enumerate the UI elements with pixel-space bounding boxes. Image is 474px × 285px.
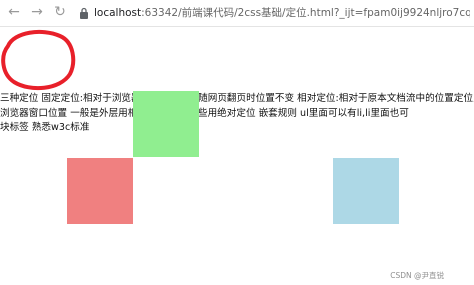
browser-toolbar: ← → ↻ localhost:63342/前端课代码/2css基础/定位.ht… <box>0 0 474 27</box>
reload-icon[interactable]: ↻ <box>52 3 68 21</box>
watermark: CSDN @尹直锐 <box>390 271 444 280</box>
page-text: 三种定位 固定定位:相对于浏览器窗口定位，不随网页翻页时位置不变 相对定位:相对… <box>0 92 474 136</box>
text-line: 浏览器窗口位置 一般是外层用相对定位,里面那些用绝对定位 嵌套规则 ul里面可以… <box>0 107 409 119</box>
text-line: 三种定位 固定定位:相对于浏览器窗口定位，不随网页翻页时位置不变 相对定位:相对… <box>0 93 474 104</box>
lock-icon[interactable] <box>79 7 89 19</box>
red-circle-annotation <box>1 29 76 91</box>
text-line: 块标签 熟悉w3c标准 <box>0 122 90 133</box>
url-path: :63342/前端课代码/2css基础/定位.html?_ijt=fpam0ij… <box>141 7 470 19</box>
absolute-blue-box <box>333 158 399 224</box>
url-host: localhost <box>94 7 142 19</box>
back-arrow-icon[interactable]: ← <box>6 3 22 21</box>
relative-coral-box <box>67 158 133 224</box>
address-bar[interactable]: localhost:63342/前端课代码/2css基础/定位.html?_ij… <box>94 5 470 21</box>
fixed-green-box <box>133 91 199 157</box>
forward-arrow-icon[interactable]: → <box>29 3 45 21</box>
